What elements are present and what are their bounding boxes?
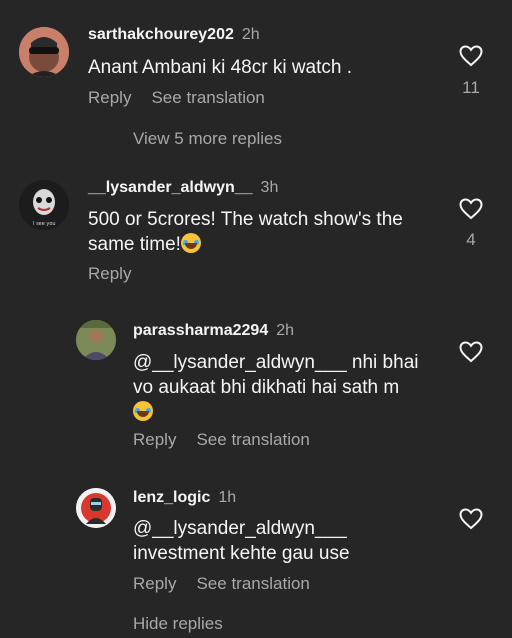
username-text[interactable]: parassharma2294	[133, 322, 268, 339]
reply-button[interactable]: Reply	[133, 574, 176, 593]
comment-text-line: @__lysander_aldwyn___ nhi bhai	[133, 352, 419, 373]
heart-icon[interactable]	[459, 45, 483, 67]
comment-actions: Reply See translation	[133, 430, 330, 450]
comment-timestamp: 2h	[241, 26, 260, 43]
avatar[interactable]	[76, 488, 116, 528]
laughing-emoji-icon	[133, 401, 153, 421]
comment-timestamp: 3h	[260, 179, 279, 196]
comment-text: @__lysander_aldwyn___ nhi bhai vo aukaat…	[133, 350, 433, 425]
like-count[interactable]: 4	[456, 230, 486, 250]
comment-text-line: vo aukaat bhi dikhati hai sath m	[133, 377, 400, 398]
comment-text-line: same time!	[88, 232, 438, 257]
comment-username[interactable]: sarthakchourey202 2h	[88, 26, 260, 44]
avatar[interactable]	[19, 27, 69, 77]
comment-username[interactable]: __lysander_aldwyn__ 3h	[88, 179, 278, 197]
username-text[interactable]: __lysander_aldwyn__	[88, 179, 253, 196]
comment-timestamp: 2h	[276, 322, 295, 339]
comment-text: @__lysander_aldwyn___ investment kehte g…	[133, 516, 433, 566]
comment-text-line: investment kehte gau use	[133, 543, 350, 564]
see-translation-button[interactable]: See translation	[151, 88, 264, 107]
comment-actions: Reply	[88, 264, 151, 284]
comment-text-line: @__lysander_aldwyn___	[133, 518, 347, 539]
reply-button[interactable]: Reply	[88, 264, 131, 283]
see-translation-button[interactable]: See translation	[196, 430, 309, 449]
reply-item: lenz_logic 1h @__lysander_aldwyn___ inves…	[0, 480, 512, 638]
laughing-emoji-icon	[180, 233, 201, 253]
heart-icon[interactable]	[459, 508, 483, 530]
comment-username[interactable]: parassharma2294 2h	[133, 322, 294, 340]
comment-text-line: 500 or 5crores! The watch show's the	[88, 209, 403, 230]
comment-item: sarthakchourey202 2h Anant Ambani ki 48cr…	[0, 0, 512, 150]
comment-actions: Reply See translation	[88, 88, 285, 108]
comment-text: 500 or 5crores! The watch show's the sam…	[88, 207, 438, 257]
hide-replies-button[interactable]: Hide replies	[133, 614, 223, 634]
comment-text-segment: same time!	[88, 234, 181, 255]
comment-timestamp: 1h	[218, 489, 237, 506]
heart-icon[interactable]	[459, 198, 483, 220]
comment-text-line	[133, 400, 433, 425]
username-text[interactable]: sarthakchourey202	[88, 26, 234, 43]
username-text[interactable]: lenz_logic	[133, 489, 210, 506]
svg-text:I see you: I see you	[33, 221, 56, 227]
reply-item: parassharma2294 2h @__lysander_aldwyn___ …	[0, 315, 512, 455]
comment-item: I see you __lysander_aldwyn__ 3h 500 or 5…	[0, 170, 512, 310]
reply-button[interactable]: Reply	[88, 88, 131, 107]
like-count[interactable]: 11	[456, 78, 486, 98]
comment-actions: Reply See translation	[133, 574, 330, 594]
avatar[interactable]	[76, 320, 116, 360]
view-more-replies-button[interactable]: View 5 more replies	[133, 129, 282, 149]
comment-username[interactable]: lenz_logic 1h	[133, 489, 236, 507]
see-translation-button[interactable]: See translation	[196, 574, 309, 593]
heart-icon[interactable]	[459, 341, 483, 363]
comment-text: Anant Ambani ki 48cr ki watch .	[88, 57, 353, 78]
reply-button[interactable]: Reply	[133, 430, 176, 449]
avatar[interactable]: I see you	[19, 180, 69, 230]
